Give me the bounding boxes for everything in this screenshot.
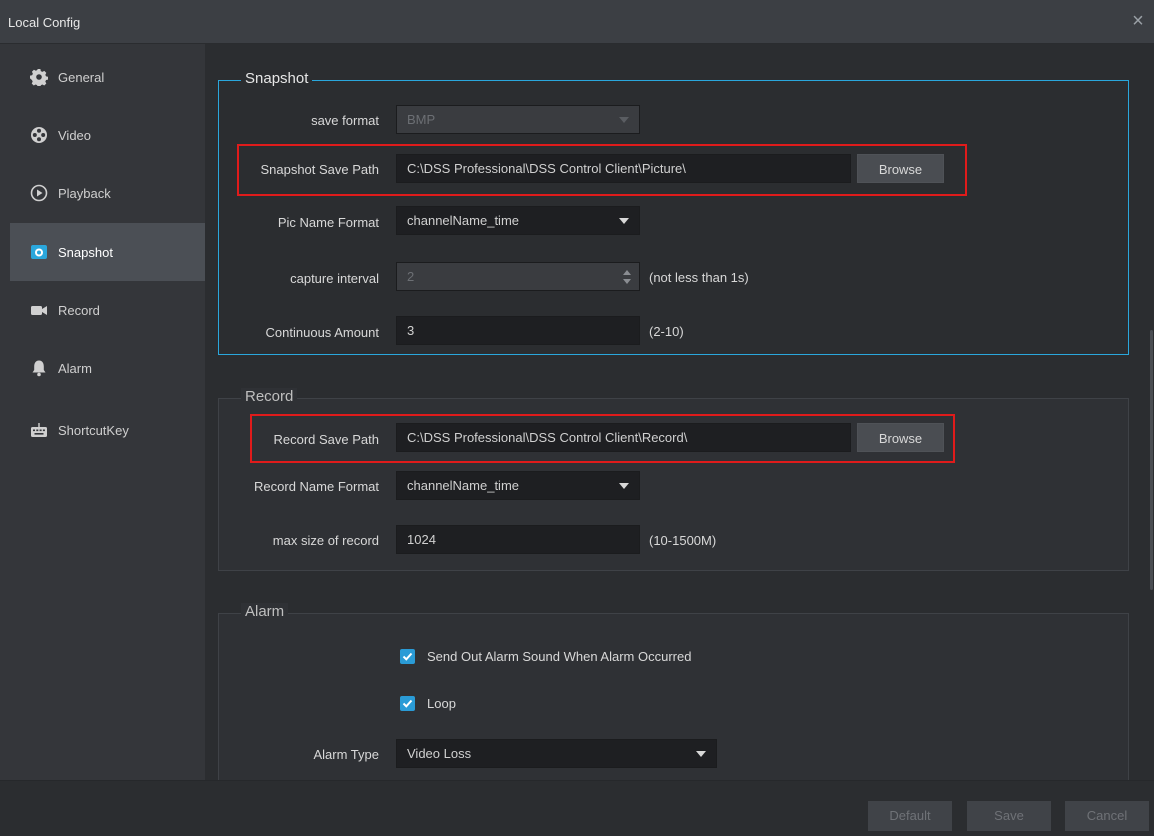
pic-name-format-value: channelName_time [407,213,520,228]
chevron-down-icon [619,117,629,123]
close-icon[interactable]: × [1128,10,1148,32]
alarm-type-value: Video Loss [407,746,472,761]
record-name-format-select[interactable]: channelName_time [396,471,640,500]
camera-icon [30,243,48,261]
save-format-value: BMP [407,112,436,127]
dialog-footer: Default Save Cancel [0,780,1154,836]
spinner-arrows-icon[interactable] [623,270,631,284]
max-size-value: 1024 [407,532,436,547]
max-size-field[interactable]: 1024 [396,525,640,554]
sidebar-item-label: Snapshot [58,244,113,260]
save-format-select[interactable]: BMP [396,105,640,134]
check-icon [402,699,413,708]
loop-checkbox[interactable] [400,696,415,711]
continuous-amount-label: Continuous Amount [265,325,379,340]
record-save-path-value: C:\DSS Professional\DSS Control Client\R… [407,430,688,445]
max-size-hint: (10-1500M) [649,533,717,548]
save-button[interactable]: Save [967,801,1051,831]
sidebar-item-label: Alarm [58,360,92,376]
alarm-sound-label[interactable]: Send Out Alarm Sound When Alarm Occurred [427,649,691,664]
title-bar: Local Config × [0,0,1154,44]
snapshot-save-path-field[interactable]: C:\DSS Professional\DSS Control Client\P… [396,154,851,183]
sidebar-item-shortcutkey[interactable]: ShortcutKey [10,401,205,459]
record-save-path-label: Record Save Path [273,432,379,447]
sidebar-item-label: Playback [58,185,111,201]
check-icon [402,652,413,661]
max-size-label: max size of record [272,533,379,548]
chevron-down-icon [696,751,706,757]
record-name-format-label: Record Name Format [254,479,379,494]
vertical-scrollbar[interactable] [1148,44,1154,780]
gear-icon [30,68,48,86]
sidebar-item-video[interactable]: Video [10,106,205,164]
snapshot-browse-button[interactable]: Browse [857,154,944,183]
capture-interval-value: 2 [407,269,415,284]
continuous-amount-value: 3 [407,323,415,338]
sidebar-item-label: Record [58,302,100,318]
default-button[interactable]: Default [868,801,952,831]
snapshot-save-path-value: C:\DSS Professional\DSS Control Client\P… [407,161,686,176]
capture-interval-hint: (not less than 1s) [649,270,749,285]
continuous-amount-field[interactable]: 3 [396,316,640,345]
record-name-format-value: channelName_time [407,478,520,493]
alarm-sound-checkbox[interactable] [400,649,415,664]
record-legend: Record [241,388,298,405]
alarm-type-select[interactable]: Video Loss [396,739,717,768]
sidebar-item-record[interactable]: Record [10,281,205,339]
capture-interval-spinbox[interactable]: 2 [396,262,640,291]
loop-label[interactable]: Loop [427,696,456,711]
sidebar-item-alarm[interactable]: Alarm [10,339,205,397]
alarm-type-label: Alarm Type [313,747,379,762]
snapshot-legend: Snapshot [241,70,313,87]
pic-name-format-label: Pic Name Format [277,215,379,230]
sidebar: General Video Playback Snapshot Record A… [0,44,205,780]
chevron-down-icon [619,218,629,224]
sidebar-item-playback[interactable]: Playback [10,164,205,222]
chevron-down-icon [619,483,629,489]
capture-interval-label: capture interval [290,271,379,286]
sidebar-item-snapshot[interactable]: Snapshot [10,223,205,281]
play-circle-icon [30,184,48,202]
save-format-label: save format [311,113,379,128]
record-browse-button[interactable]: Browse [857,423,944,452]
snapshot-save-path-label: Snapshot Save Path [260,162,379,177]
bell-icon [30,359,48,377]
cancel-button[interactable]: Cancel [1065,801,1149,831]
video-reel-icon [30,126,48,144]
sidebar-item-label: General [58,69,105,85]
video-camera-icon [30,301,48,319]
record-save-path-field[interactable]: C:\DSS Professional\DSS Control Client\R… [396,423,851,452]
continuous-amount-hint: (2-10) [649,324,684,339]
sidebar-item-label: Video [58,127,92,143]
pic-name-format-select[interactable]: channelName_time [396,206,640,235]
settings-content: Snapshot save format BMP Snapshot Save P… [205,44,1154,780]
alarm-legend: Alarm [241,603,289,620]
keyboard-icon [30,421,48,439]
window-title: Local Config [8,15,81,30]
scrollbar-thumb[interactable] [1150,330,1153,590]
sidebar-item-general[interactable]: General [10,48,205,106]
sidebar-item-label: ShortcutKey [58,422,129,438]
